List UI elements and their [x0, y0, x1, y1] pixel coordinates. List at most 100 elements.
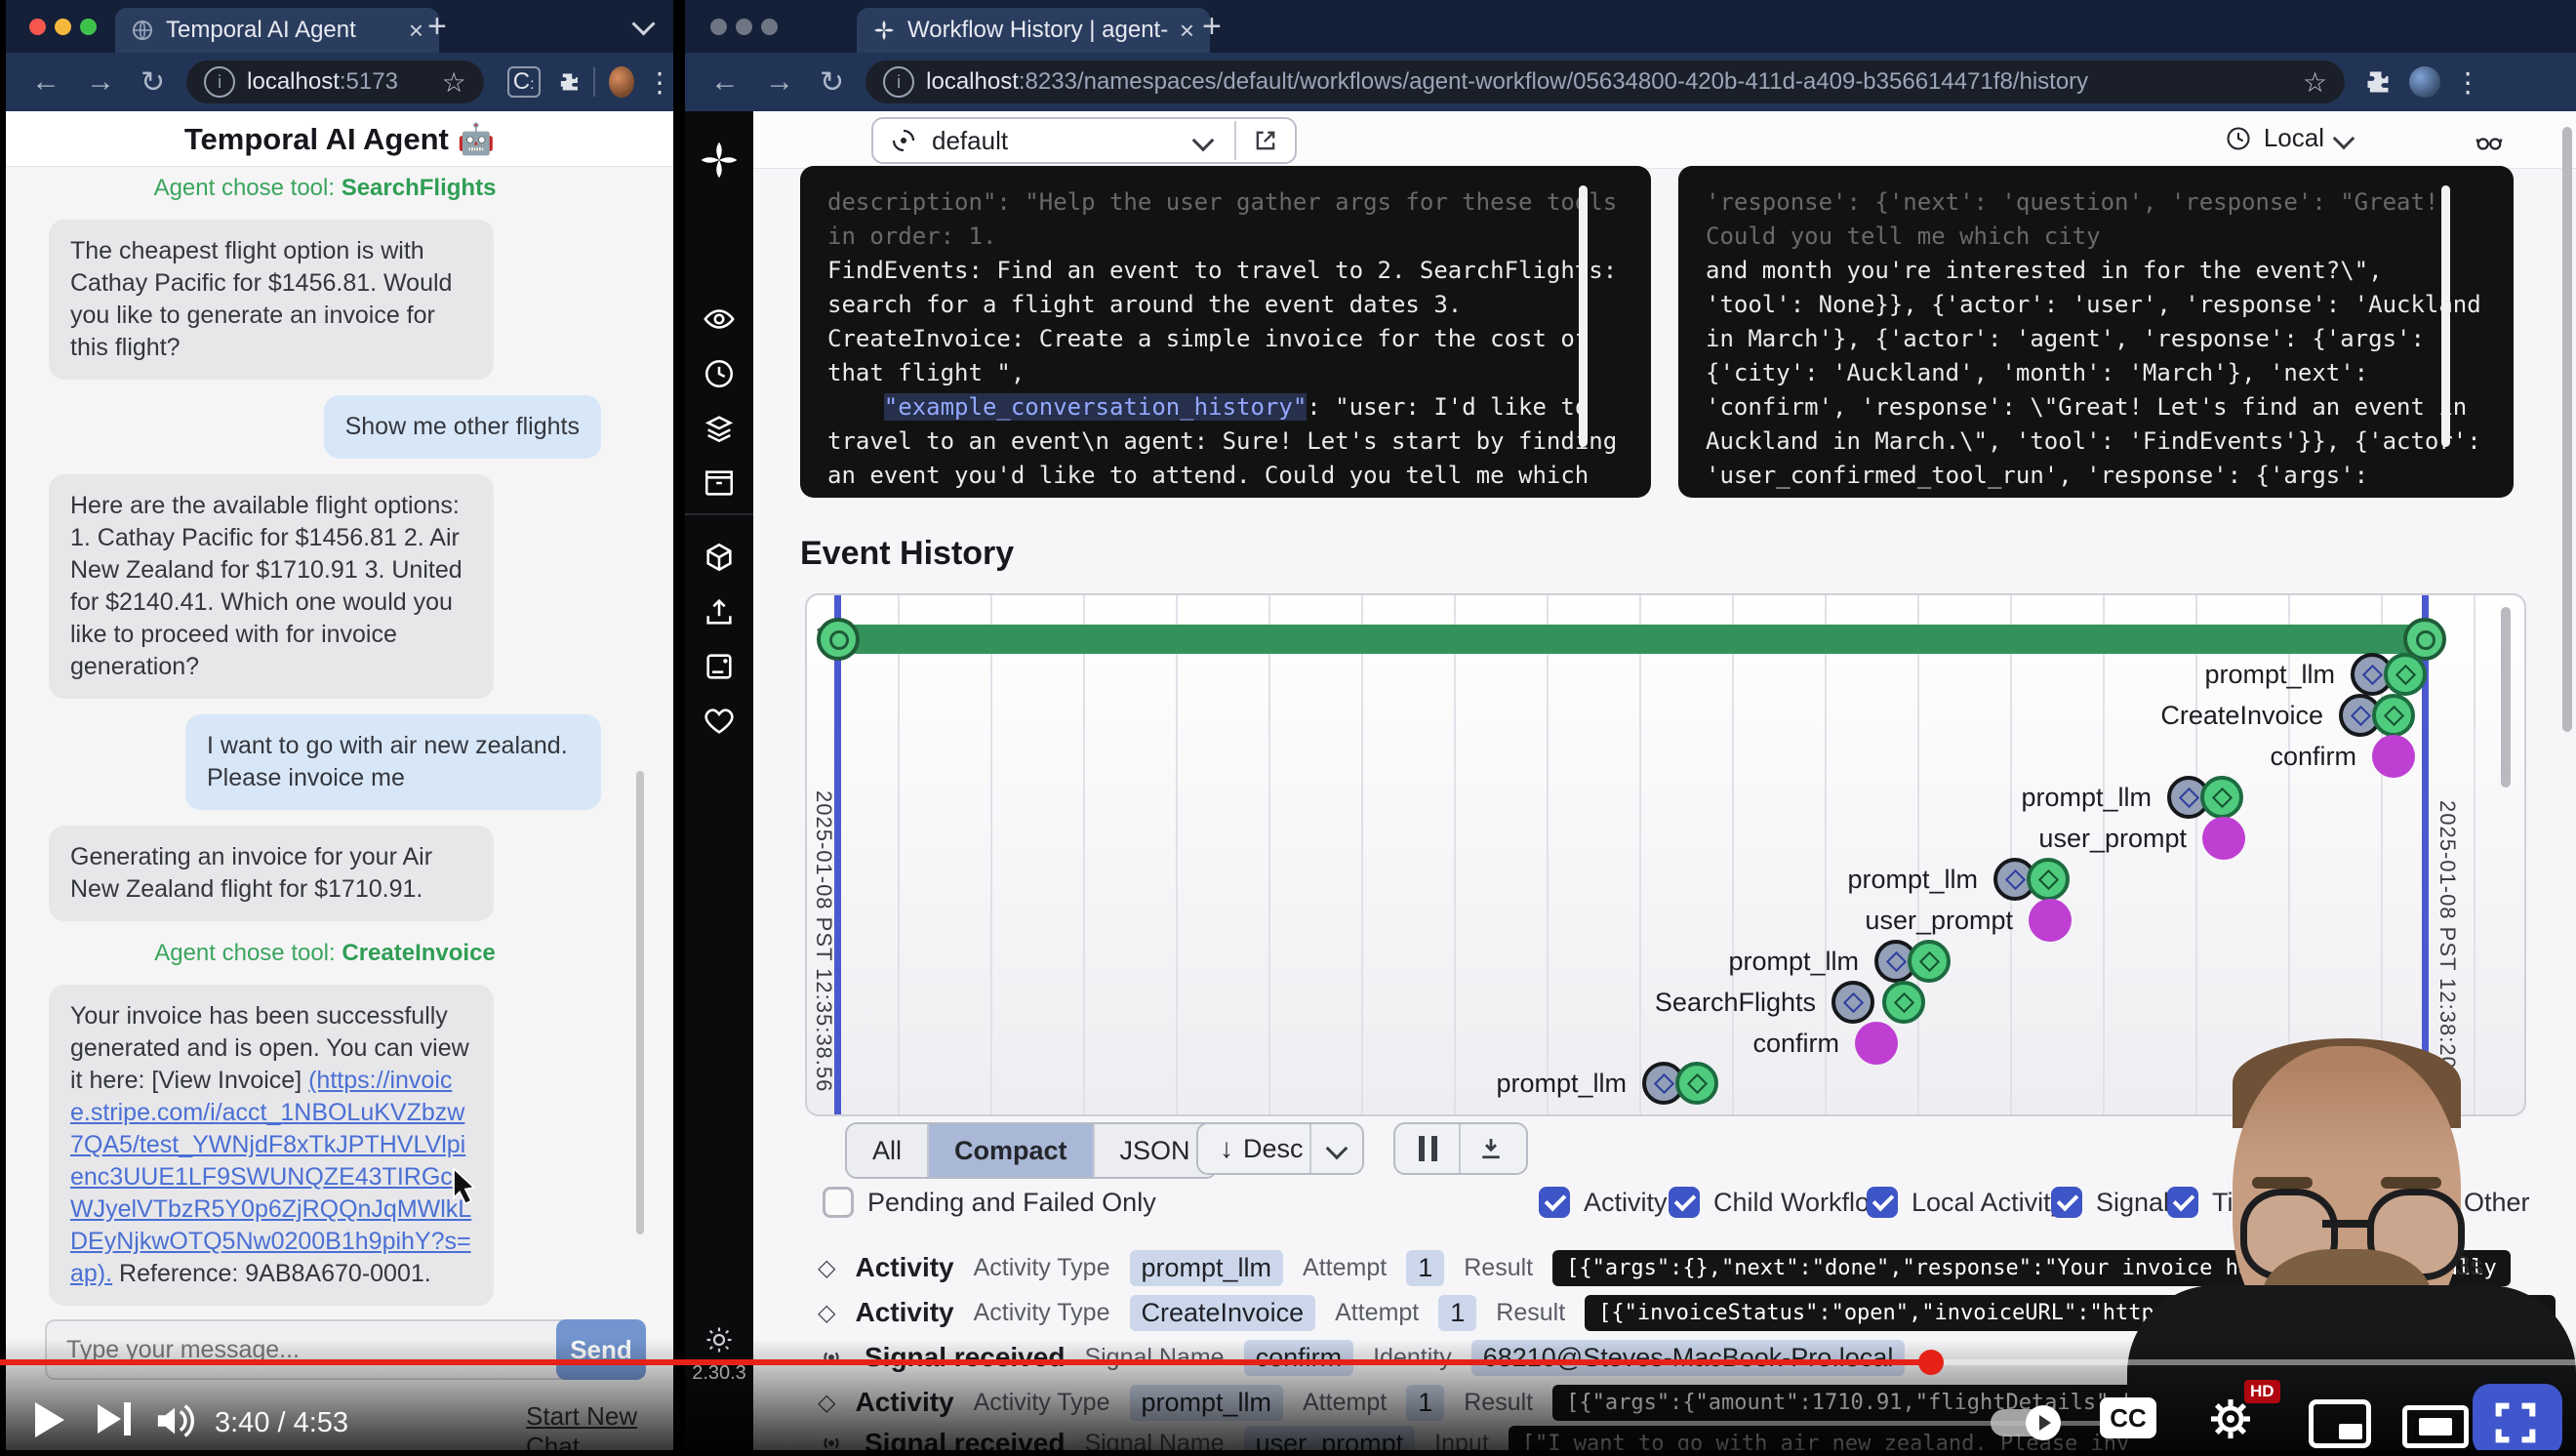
- activity-completed-marker[interactable]: [1908, 940, 1951, 983]
- activity-scheduled-marker[interactable]: [1831, 981, 1874, 1024]
- filter-child-workflow-checkbox[interactable]: Child Workflow: [1669, 1183, 1889, 1222]
- signal-marker[interactable]: [2372, 735, 2415, 778]
- minimize-window-button[interactable]: [736, 19, 752, 35]
- open-external-icon[interactable]: [1252, 127, 1279, 154]
- minimize-window-button[interactable]: [55, 19, 71, 35]
- invoice-link[interactable]: (https://invoice.stripe.com/i/acct_1NBOL…: [70, 1067, 471, 1287]
- zoom-window-button[interactable]: [80, 19, 97, 35]
- pause-icon[interactable]: [1419, 1136, 1437, 1161]
- activity-completed-marker[interactable]: [2372, 694, 2415, 737]
- pending-failed-checkbox[interactable]: Pending and Failed Only: [823, 1183, 1156, 1222]
- browser-tab[interactable]: Workflow History | agent-wor ×: [857, 8, 1210, 53]
- activity-completed-marker[interactable]: [1675, 1062, 1718, 1105]
- close-window-button[interactable]: [29, 19, 46, 35]
- workflows-eye-icon[interactable]: [703, 303, 736, 336]
- view-all-button[interactable]: All: [847, 1124, 929, 1177]
- timeline-row[interactable]: SearchFlights: [807, 979, 1925, 1026]
- volume-icon[interactable]: [154, 1403, 199, 1438]
- timeline-scrollbar[interactable]: [2501, 607, 2511, 788]
- timeline-row[interactable]: prompt_llm: [807, 856, 2070, 903]
- next-button[interactable]: [98, 1402, 131, 1436]
- page-scrollbar[interactable]: [2562, 127, 2572, 732]
- timeline-row[interactable]: user_prompt: [807, 815, 2245, 862]
- signal-marker[interactable]: [2202, 817, 2245, 860]
- chat-app-page: Temporal AI Agent 🤖 Agent chose tool: Se…: [6, 111, 673, 1456]
- new-tab-icon[interactable]: +: [427, 8, 447, 46]
- import-upload-icon[interactable]: [703, 595, 736, 628]
- browser-menu-icon[interactable]: ⋮: [2454, 66, 2481, 99]
- reload-icon[interactable]: ↻: [820, 65, 844, 100]
- batch-layers-icon[interactable]: [703, 412, 736, 445]
- site-info-icon[interactable]: i: [204, 66, 235, 98]
- activity-completed-marker[interactable]: [2027, 858, 2070, 901]
- timeline-row[interactable]: prompt_llm: [807, 938, 1951, 985]
- schedules-clock-icon[interactable]: [703, 357, 736, 390]
- autoplay-toggle[interactable]: [1991, 1409, 2059, 1436]
- miniplayer-button[interactable]: [2309, 1399, 2371, 1448]
- labs-glasses-icon[interactable]: [2473, 127, 2506, 156]
- video-progress-played[interactable]: [0, 1359, 1931, 1365]
- activity-completed-marker[interactable]: [2384, 653, 2427, 696]
- address-bar[interactable]: i localhost:5173 ☆: [186, 61, 484, 103]
- activity-completed-marker[interactable]: [1882, 981, 1925, 1024]
- code-scrollbar[interactable]: [1579, 185, 1588, 447]
- browser-tab[interactable]: Temporal AI Agent ×: [115, 8, 439, 53]
- timeline-row[interactable]: user_prompt: [807, 897, 2072, 944]
- signal-marker[interactable]: [1855, 1022, 1898, 1065]
- reload-icon[interactable]: ↻: [141, 65, 165, 100]
- activity-completed-marker[interactable]: [2200, 776, 2243, 819]
- archive-box-icon[interactable]: [703, 466, 736, 500]
- bookmark-star-icon[interactable]: ☆: [442, 66, 466, 99]
- video-scrubber[interactable]: [1918, 1350, 1944, 1375]
- video-progress-remaining[interactable]: [1931, 1359, 2576, 1365]
- view-compact-button[interactable]: Compact: [929, 1124, 1095, 1177]
- profile-avatar[interactable]: [609, 66, 634, 98]
- close-window-button[interactable]: [710, 19, 727, 35]
- extensions-puzzle-icon[interactable]: [558, 68, 581, 96]
- timeline-row[interactable]: CreateInvoice: [807, 692, 2415, 739]
- app-header: Temporal AI Agent 🤖: [6, 111, 673, 167]
- fullscreen-button[interactable]: [2490, 1397, 2541, 1448]
- address-bar[interactable]: i localhost:8233/namespaces/default/work…: [865, 61, 2345, 103]
- sort-order-button[interactable]: ↓ Desc: [1196, 1122, 1364, 1175]
- namespace-select[interactable]: default: [871, 117, 1297, 164]
- close-tab-icon[interactable]: ×: [1180, 16, 1194, 46]
- timeline-row[interactable]: confirm: [807, 733, 2415, 780]
- captions-button[interactable]: CC: [2100, 1397, 2156, 1438]
- signal-marker[interactable]: [2029, 899, 2072, 942]
- play-button[interactable]: [35, 1402, 64, 1437]
- forward-icon[interactable]: →: [86, 65, 115, 99]
- activity-diamond-icon: ◇: [818, 1299, 835, 1327]
- code-scrollbar[interactable]: [2441, 185, 2450, 447]
- browser-menu-icon[interactable]: ⋮: [646, 66, 673, 99]
- timeline-row[interactable]: prompt_llm: [807, 651, 2427, 698]
- chat-scrollbar[interactable]: [636, 771, 644, 1234]
- download-icon[interactable]: [1476, 1134, 1506, 1163]
- timeline-row[interactable]: prompt_llm: [807, 1060, 1718, 1107]
- site-info-icon[interactable]: i: [883, 66, 914, 98]
- workflow-result-json[interactable]: 'response': {'next': 'question', 'respon…: [1678, 166, 2514, 498]
- filter-local-activity-checkbox[interactable]: Local Activity: [1867, 1183, 2064, 1222]
- profile-avatar[interactable]: [2409, 66, 2440, 98]
- back-icon[interactable]: ←: [710, 65, 740, 99]
- filter-activity-checkbox[interactable]: Activity: [1539, 1183, 1668, 1222]
- new-tab-icon[interactable]: +: [1202, 8, 1222, 46]
- temporal-logo-icon[interactable]: [698, 139, 741, 182]
- forward-icon[interactable]: →: [765, 65, 794, 99]
- workflow-execution-bar[interactable]: [838, 625, 2429, 654]
- zoom-window-button[interactable]: [761, 19, 778, 35]
- extensions-puzzle-icon[interactable]: [2364, 68, 2392, 96]
- close-tab-icon[interactable]: ×: [409, 16, 423, 46]
- back-icon[interactable]: ←: [31, 65, 60, 99]
- timezone-select[interactable]: Local: [2225, 123, 2352, 153]
- tab-overview-chevron-icon[interactable]: [631, 12, 655, 35]
- feedback-heart-icon[interactable]: [703, 705, 736, 738]
- docs-icon[interactable]: [703, 650, 736, 683]
- bookmark-star-icon[interactable]: ☆: [2303, 66, 2327, 99]
- sort-menu-chevron-icon[interactable]: [1326, 1138, 1348, 1160]
- timeline-row[interactable]: prompt_llm: [807, 774, 2243, 821]
- theater-mode-button[interactable]: [2402, 1405, 2469, 1448]
- workflow-input-json[interactable]: description": "Help the user gather args…: [800, 166, 1651, 498]
- namespace-cube-icon[interactable]: [703, 541, 736, 574]
- extension-badge-icon[interactable]: C:: [507, 66, 541, 98]
